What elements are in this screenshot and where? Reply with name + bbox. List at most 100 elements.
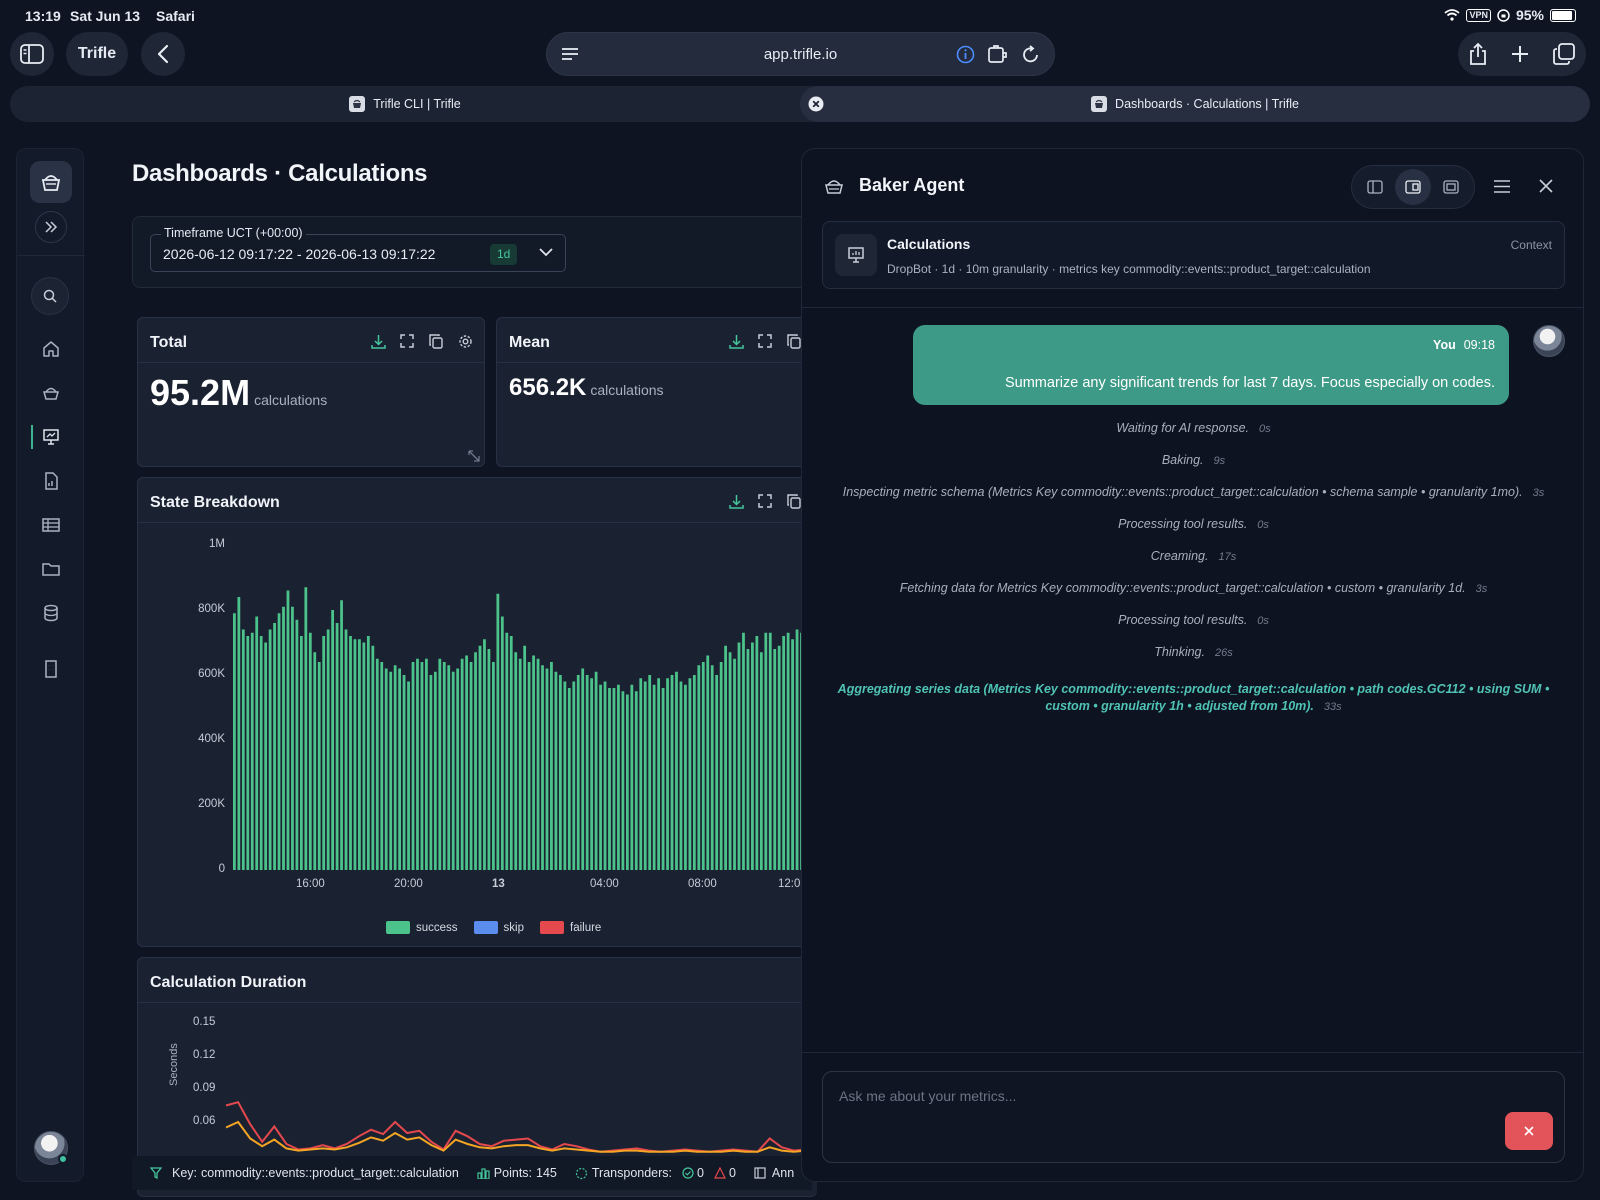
bar-success [384, 668, 388, 870]
info-icon[interactable] [956, 45, 975, 64]
bar-success [255, 616, 259, 870]
close-icon[interactable] [1539, 179, 1553, 193]
bar-success [420, 662, 424, 870]
bar-success [358, 639, 361, 870]
nav-agent[interactable] [17, 377, 85, 409]
legend-item-skip[interactable]: skip [473, 921, 524, 934]
nav-tables[interactable] [17, 509, 85, 541]
tabs-overview-icon[interactable] [1552, 43, 1575, 65]
back-button[interactable] [141, 32, 185, 76]
gear-icon[interactable] [457, 333, 473, 349]
bar-success [478, 645, 482, 870]
progress-step: Waiting for AI response. 0s [816, 421, 1571, 435]
step-duration: 26s [1214, 647, 1233, 659]
legend-item-failure[interactable]: failure [540, 921, 601, 934]
page-title: Dashboards · Calculations [132, 160, 428, 187]
copy-icon[interactable] [428, 333, 444, 349]
nav-reports[interactable] [17, 465, 85, 497]
bar-success [487, 649, 491, 870]
tab-dashboards-calculations[interactable]: Dashboards · Calculations | Trifle [800, 86, 1590, 122]
expand-icon[interactable] [399, 333, 415, 349]
expand-icon[interactable] [757, 333, 773, 349]
tab-title: Trifle CLI | Trifle [373, 97, 461, 111]
bar-success [648, 675, 652, 870]
widget-title: Mean [509, 334, 550, 351]
layout-sidebar-button[interactable] [1357, 169, 1393, 205]
progress-step: Thinking. 26s [816, 645, 1571, 659]
bar-success [299, 636, 303, 870]
tab-group-button[interactable]: Trifle [66, 32, 128, 76]
ok-count: 0 [697, 1166, 704, 1180]
nav-dashboards[interactable] [17, 421, 85, 453]
legend-swatch [540, 921, 564, 934]
chef-hat-icon [825, 180, 843, 194]
new-tab-icon[interactable] [1510, 44, 1530, 64]
state-breakdown-chart [233, 587, 817, 870]
points-label: Points: [493, 1166, 533, 1180]
bar-success [590, 678, 594, 870]
bar-success [465, 655, 468, 870]
step-duration: 3s [1532, 487, 1545, 499]
bar-success [264, 642, 268, 870]
download-icon[interactable] [370, 333, 386, 349]
reload-icon[interactable] [1022, 45, 1040, 64]
progress-step: Baking. 9s [816, 453, 1571, 467]
close-tab-icon[interactable] [808, 96, 824, 112]
extension-icon[interactable] [987, 45, 1009, 64]
bar-success [634, 691, 638, 870]
active-step-line1: Aggregating series data (Metrics Key com… [837, 682, 1550, 696]
address-bar[interactable]: app.trifle.io [546, 32, 1055, 76]
bar-success [612, 688, 616, 870]
legend-item-success[interactable]: success [386, 921, 458, 934]
bar-success [366, 636, 370, 870]
legend-label: failure [570, 921, 602, 934]
trifle-favicon-icon [349, 96, 366, 112]
bar-success [322, 636, 326, 870]
tab-trifle-cli[interactable]: Trifle CLI | Trifle [10, 86, 800, 122]
stop-button[interactable] [1505, 1112, 1553, 1150]
bar-success [402, 675, 406, 870]
trifle-favicon-icon [1091, 96, 1108, 112]
agent-title: Baker Agent [859, 175, 965, 195]
resize-handle-icon[interactable] [468, 450, 480, 462]
nav-organization[interactable] [17, 653, 85, 685]
wifi-icon [1444, 9, 1461, 21]
active-step-duration: 33s [1323, 701, 1342, 713]
presentation-chart-icon [43, 429, 59, 445]
timeframe-value: 2026-06-12 09:17:22 - 2026-06-13 09:17:2… [163, 246, 436, 262]
agent-message-input[interactable] [839, 1088, 1479, 1128]
total-value: 95.2M calculations [150, 372, 328, 413]
share-icon[interactable] [1469, 42, 1487, 66]
layout-split-button[interactable] [1395, 169, 1431, 205]
bar-success [617, 684, 620, 870]
bar-success [233, 613, 236, 870]
step-text: Processing tool results. [1118, 613, 1248, 627]
download-icon[interactable] [728, 333, 744, 349]
bar-success [728, 652, 732, 870]
menu-icon[interactable] [1494, 180, 1510, 193]
bar-success [483, 639, 486, 870]
bar-success [755, 636, 759, 870]
app-sidebar [16, 148, 85, 1182]
context-subtitle: DropBot · 1d · 10m granularity · metrics… [887, 262, 1371, 276]
copy-icon[interactable] [786, 333, 802, 349]
active-step-line2-row: custom • granularity 1h • adjusted from … [816, 698, 1571, 716]
search-button[interactable] [31, 277, 69, 315]
nav-folders[interactable] [17, 553, 85, 585]
sidebar-toggle-button[interactable] [10, 32, 54, 76]
bar-success [532, 655, 535, 870]
bar-success [250, 632, 254, 870]
trifle-logo[interactable] [30, 161, 72, 203]
bar-success [684, 684, 687, 870]
nav-home[interactable] [17, 333, 85, 365]
trifle-logo-icon [41, 175, 61, 191]
total-unit: calculations [254, 392, 328, 408]
bar-success [509, 636, 513, 870]
bar-success [398, 668, 401, 870]
bar-success [567, 688, 571, 870]
nav-databases[interactable] [17, 597, 85, 629]
annotation-icon [754, 1167, 766, 1179]
bar-success [380, 662, 384, 870]
expand-sidebar-button[interactable] [35, 211, 67, 243]
layout-fullscreen-button[interactable] [1433, 169, 1469, 205]
